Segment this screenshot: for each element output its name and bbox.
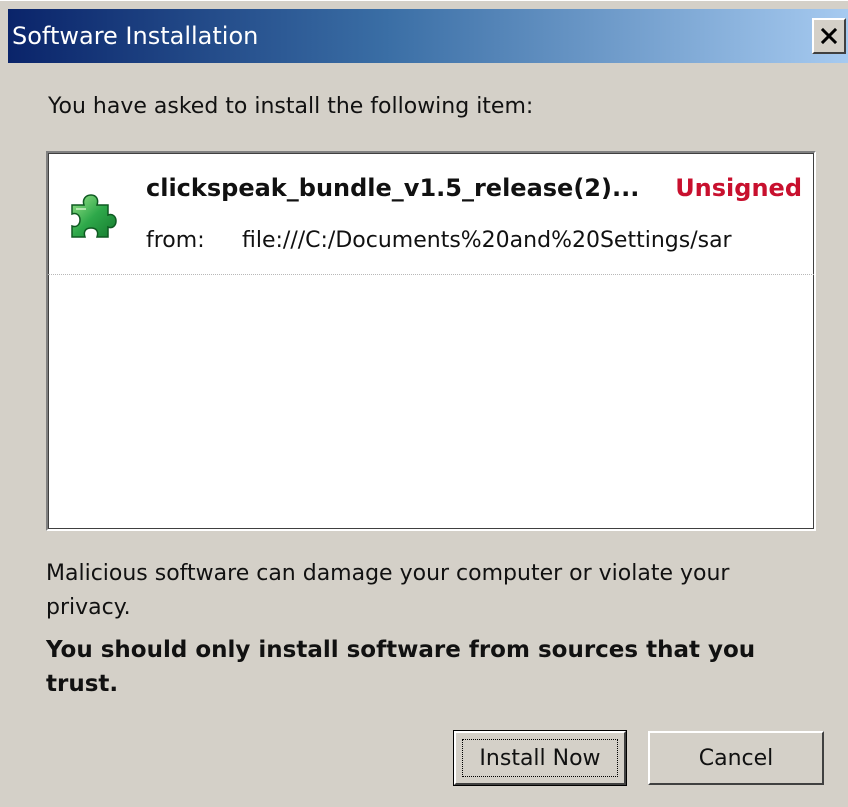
- item-name: clickspeak_bundle_v1.5_release(2)...: [146, 174, 640, 202]
- close-button[interactable]: [812, 18, 846, 54]
- dialog-title: Software Installation: [12, 22, 259, 50]
- intro-text: You have asked to install the following …: [48, 94, 534, 119]
- trust-notice: You should only install software from so…: [46, 637, 756, 697]
- software-installation-dialog: Software Installation You have asked to …: [0, 0, 848, 807]
- close-icon: [820, 27, 838, 45]
- install-now-label: Install Now: [479, 745, 601, 771]
- unsigned-badge: Unsigned: [675, 174, 802, 202]
- malicious-warning-text: Malicious software can damage your compu…: [46, 561, 730, 620]
- cancel-label: Cancel: [698, 745, 774, 771]
- install-now-button[interactable]: Install Now: [453, 730, 627, 786]
- list-item[interactable]: clickspeak_bundle_v1.5_release(2)... Uns…: [48, 153, 814, 275]
- cancel-button[interactable]: Cancel: [648, 731, 824, 785]
- title-bar[interactable]: Software Installation: [8, 9, 848, 63]
- from-label: from:: [146, 228, 205, 253]
- source-url: file:///C:/Documents%20and%20Settings/sa…: [242, 228, 732, 253]
- install-item-list[interactable]: clickspeak_bundle_v1.5_release(2)... Uns…: [46, 151, 816, 531]
- puzzle-piece-icon: [71, 194, 117, 238]
